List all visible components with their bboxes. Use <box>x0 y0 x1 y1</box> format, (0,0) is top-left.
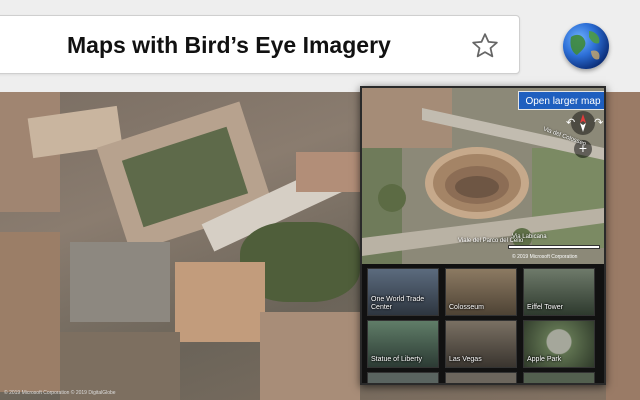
gallery-tile[interactable]: Apple Park <box>523 320 595 368</box>
gallery-tile[interactable]: Las Vegas <box>445 320 517 368</box>
gallery-tile-label: Eiffel Tower <box>527 304 563 311</box>
gallery-tile[interactable] <box>445 372 517 383</box>
open-larger-map-button[interactable]: Open larger map <box>518 91 604 110</box>
gallery-tile-label: Statue of Liberty <box>371 356 422 363</box>
gallery-tile-label: One World Trade Center <box>371 296 425 311</box>
location-gallery: One World Trade Center Colosseum Eiffel … <box>363 266 603 383</box>
gallery-tile[interactable]: One World Trade Center <box>367 268 439 316</box>
gallery-tile-label: Colosseum <box>449 304 485 311</box>
map-scale-bar <box>508 245 600 249</box>
gallery-tile-label: Las Vegas <box>449 356 482 363</box>
map-widget-panel: Open larger map ↶ ↷ + Via del Colosseo V… <box>360 86 606 385</box>
star-icon[interactable] <box>469 31 501 61</box>
street-label: Viale del Parco del Celio <box>458 238 524 244</box>
globe-icon <box>563 23 609 69</box>
page-title: Maps with Bird’s Eye Imagery <box>67 32 391 58</box>
rotate-left-icon[interactable]: ↶ <box>566 116 575 129</box>
gallery-tile[interactable] <box>367 372 439 383</box>
gallery-tile[interactable]: Eiffel Tower <box>523 268 595 316</box>
gallery-tile[interactable] <box>523 372 595 383</box>
header-bar: Maps with Bird’s Eye Imagery <box>0 0 640 92</box>
background-copyright: © 2019 Microsoft Corporation © 2019 Digi… <box>4 390 116 396</box>
birds-eye-map[interactable]: Open larger map ↶ ↷ + Via del Colosseo V… <box>362 88 604 264</box>
gallery-tile[interactable]: Statue of Liberty <box>367 320 439 368</box>
title-bar: Maps with Bird’s Eye Imagery <box>0 15 520 74</box>
gallery-tile[interactable]: Colosseum <box>445 268 517 316</box>
rotate-right-icon[interactable]: ↷ <box>594 116 603 129</box>
map-copyright: © 2019 Microsoft Corporation <box>512 254 578 260</box>
gallery-tile-label: Apple Park <box>527 356 562 363</box>
